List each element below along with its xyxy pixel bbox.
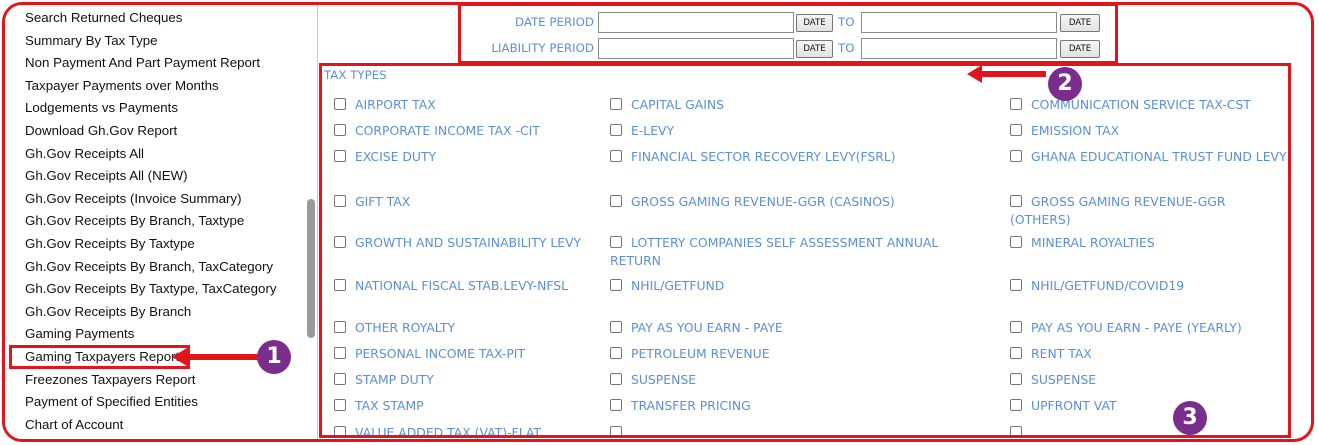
- sidebar-item[interactable]: Summary By Tax Type: [25, 30, 158, 52]
- sidebar-item[interactable]: Gh.Gov Receipts By Taxtype: [25, 233, 195, 255]
- sidebar-item[interactable]: Gh.Gov Receipts By Branch, TaxCategory: [25, 256, 273, 278]
- sidebar-item[interactable]: Gh.Gov Receipts All (NEW): [25, 165, 188, 187]
- annotation-box-sidebar-item: [9, 345, 190, 369]
- sidebar-item[interactable]: Non Payment And Part Payment Report: [25, 52, 260, 74]
- sidebar-item[interactable]: Gaming Payments: [25, 323, 134, 345]
- annotation-badge-1: 1: [257, 340, 291, 374]
- sidebar-item[interactable]: Download Gh.Gov Report: [25, 120, 177, 142]
- sidebar-item[interactable]: Gh.Gov Receipts By Taxtype, TaxCategory: [25, 278, 277, 300]
- annotation-badge-3: 3: [1173, 401, 1207, 435]
- sidebar-item[interactable]: Gh.Gov Receipts (Invoice Summary): [25, 188, 242, 210]
- sidebar-item[interactable]: Freezones Taxpayers Report: [25, 369, 195, 391]
- sidebar-item[interactable]: Gh.Gov Receipts By Branch: [25, 301, 191, 323]
- sidebar-item[interactable]: Payment of Specified Entities: [25, 391, 198, 413]
- sidebar-scrollbar-thumb[interactable]: [307, 199, 315, 338]
- annotation-badge-2: 2: [1048, 67, 1082, 101]
- annotation-arrow-2: [967, 65, 1046, 83]
- annotation-box-tax-types: [319, 63, 1291, 438]
- sidebar-item[interactable]: Lodgements vs Payments: [25, 97, 178, 119]
- annotation-box-date-filters: [458, 3, 1118, 64]
- sidebar-item[interactable]: Gh.Gov Receipts By Branch, Taxtype: [25, 210, 244, 232]
- sidebar-item[interactable]: Search Returned Cheques: [25, 7, 182, 29]
- sidebar: Search Returned Cheques Summary By Tax Ty…: [5, 5, 318, 439]
- sidebar-item[interactable]: Taxpayer Payments over Months: [25, 75, 219, 97]
- sidebar-item[interactable]: Chart of Account: [25, 414, 123, 436]
- sidebar-item[interactable]: Gh.Gov Receipts All: [25, 143, 144, 165]
